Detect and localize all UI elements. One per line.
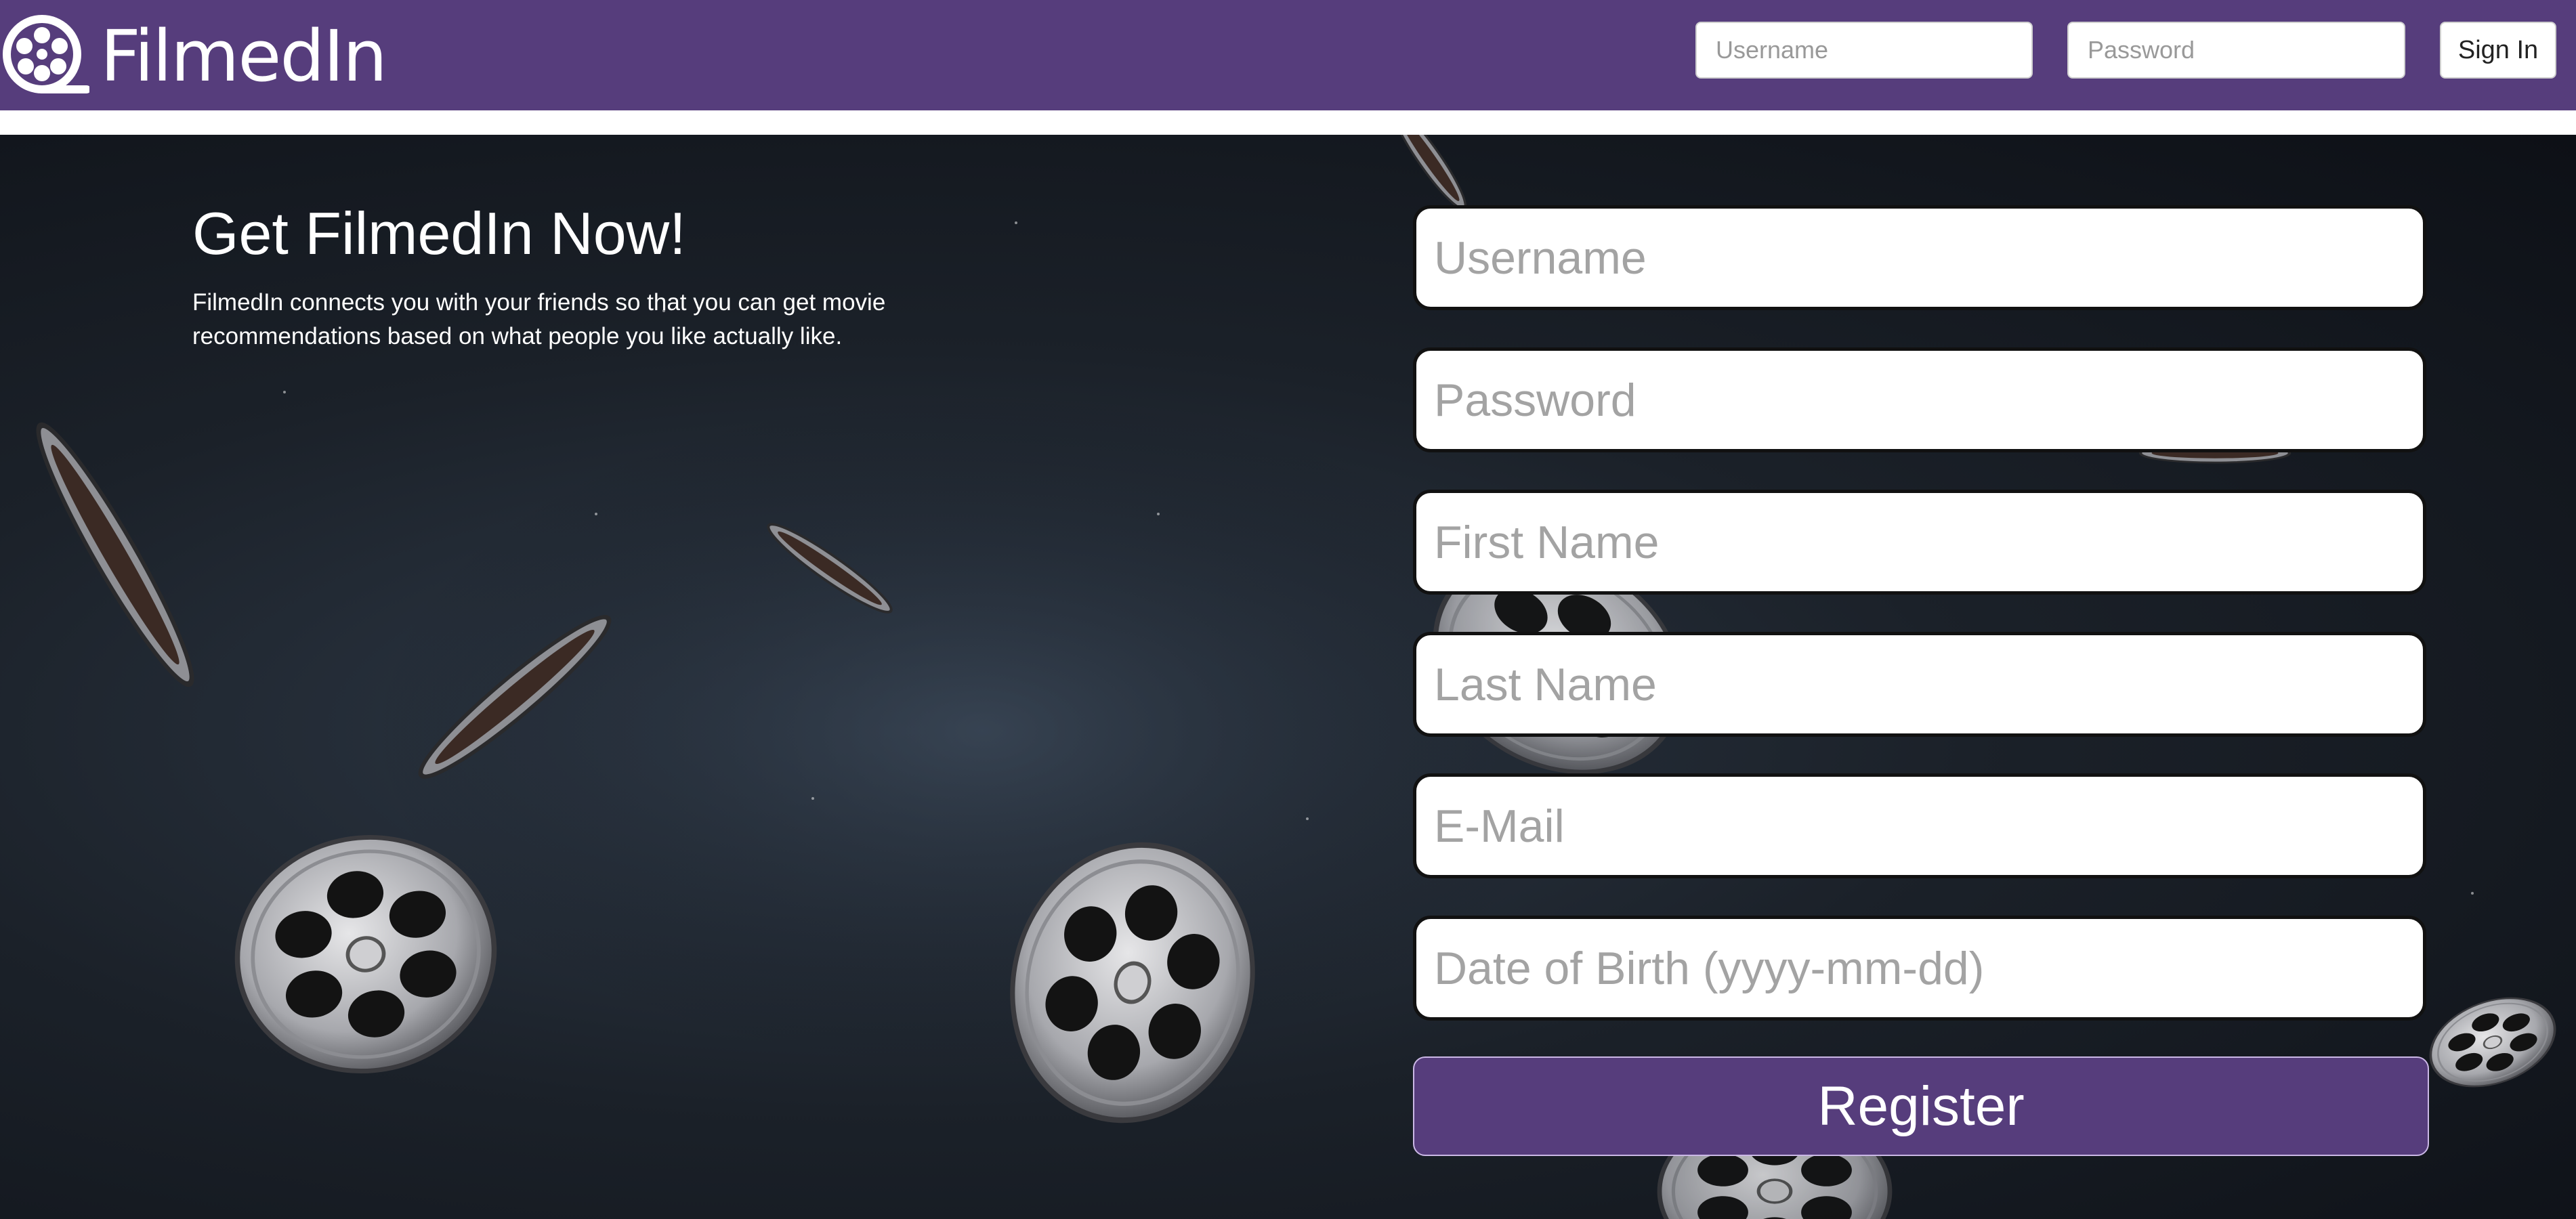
date-of-birth-input[interactable]	[1413, 916, 2426, 1021]
film-reel-icon	[3, 15, 89, 93]
navbar-password-input[interactable]	[2067, 22, 2405, 79]
email-input[interactable]	[1413, 773, 2426, 878]
brand-logo[interactable]: FilmedIn	[0, 9, 387, 104]
register-username-input[interactable]	[1413, 205, 2426, 310]
brand-name: FilmedIn	[100, 15, 387, 98]
hero-title: Get FilmedIn Now!	[192, 200, 686, 267]
navbar-username-input[interactable]	[1695, 22, 2033, 79]
sign-in-button[interactable]: Sign In	[2440, 22, 2556, 79]
top-navbar: FilmedIn Sign In	[0, 0, 2576, 110]
last-name-input[interactable]	[1413, 632, 2426, 737]
register-button[interactable]: Register	[1413, 1056, 2429, 1156]
first-name-input[interactable]	[1413, 490, 2426, 595]
register-password-input[interactable]	[1413, 347, 2426, 452]
hero-description: FilmedIn connects you with your friends …	[192, 289, 886, 349]
